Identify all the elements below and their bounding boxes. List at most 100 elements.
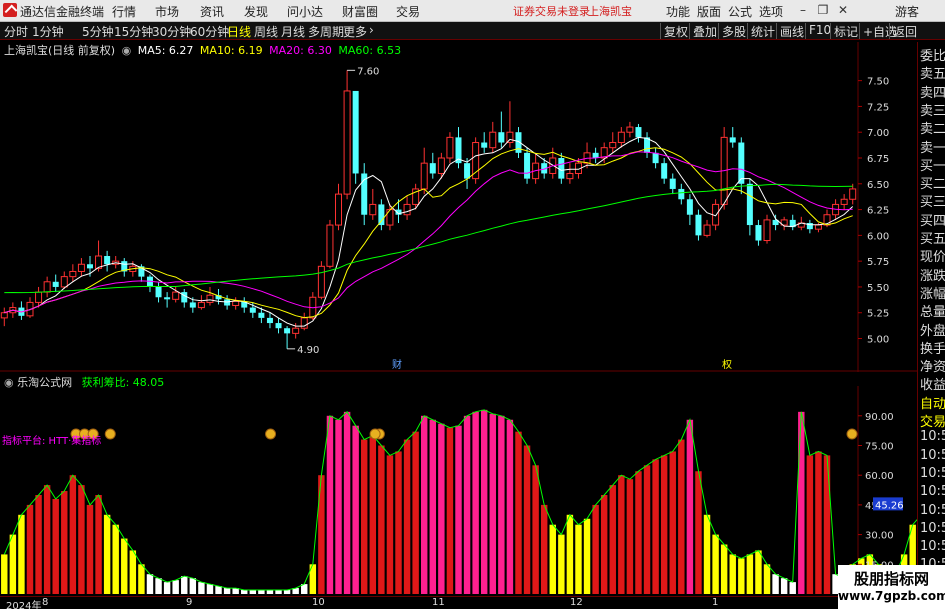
side-panel-item: 10:55 bbox=[920, 539, 945, 555]
price-tick-label: 6.75 bbox=[867, 154, 889, 165]
tab-period-multi[interactable]: 多周期 bbox=[308, 23, 344, 40]
close-icon[interactable]: ✕ bbox=[836, 3, 850, 17]
candle-body-up bbox=[335, 193, 343, 226]
profit-ratio-bar bbox=[146, 574, 154, 594]
sub-tick-label: 90.00 bbox=[865, 412, 894, 423]
candle-body-down bbox=[429, 163, 436, 174]
menu-options[interactable]: 选项 bbox=[759, 3, 783, 20]
profit-ratio-bar bbox=[412, 431, 419, 594]
more-chevron-icon[interactable]: › bbox=[369, 23, 374, 37]
candle-body-up bbox=[172, 291, 180, 300]
candle-body-down bbox=[524, 152, 531, 179]
side-panel-item[interactable]: 交易 bbox=[920, 411, 945, 430]
menu-market[interactable]: 市场 bbox=[155, 3, 179, 20]
profit-ratio-bar bbox=[266, 590, 274, 594]
profit-ratio-bar bbox=[43, 485, 51, 594]
sub-tick-label: 60.00 bbox=[865, 471, 894, 482]
side-panel-item: 10:54 bbox=[920, 447, 945, 463]
financial-report-marker[interactable]: 财 bbox=[392, 358, 402, 371]
candle-body-up bbox=[206, 294, 214, 303]
restore-icon[interactable]: ❐ bbox=[816, 3, 830, 17]
candle-body-down bbox=[258, 312, 265, 318]
side-panel-item: 卖一 bbox=[920, 140, 945, 156]
profit-ratio-bar bbox=[643, 465, 651, 594]
side-panel-item: 换手 bbox=[920, 341, 945, 357]
profit-ratio-bar bbox=[1, 554, 8, 594]
profit-ratio-bar bbox=[369, 435, 377, 594]
candle-body-up bbox=[326, 224, 334, 267]
tool-draw-line[interactable]: 画线 bbox=[776, 23, 807, 39]
candle-body-down bbox=[104, 256, 111, 265]
candle-body-down bbox=[464, 163, 471, 179]
menu-xiaoda[interactable]: 问小达 bbox=[287, 3, 323, 20]
candle-body-up bbox=[626, 126, 634, 133]
tool-statistics[interactable]: 统计 bbox=[747, 23, 778, 39]
tab-period-intraday[interactable]: 分时 bbox=[4, 23, 28, 40]
minimize-icon[interactable]: – bbox=[796, 3, 810, 17]
rights-marker[interactable]: 权 bbox=[722, 358, 732, 371]
profit-ratio-bar bbox=[660, 455, 668, 594]
menu-wealth-circle[interactable]: 财富圈 bbox=[342, 3, 378, 20]
tab-period-30min[interactable]: 30分钟 bbox=[152, 23, 191, 40]
tab-period-more[interactable]: 更多 bbox=[343, 23, 367, 40]
candle-body-up bbox=[35, 291, 43, 303]
tab-period-weekly[interactable]: 周线 bbox=[254, 23, 278, 40]
menu-layout[interactable]: 版面 bbox=[697, 3, 721, 20]
guest-user[interactable]: 游客 bbox=[895, 3, 919, 20]
sub-tick-label: 30.00 bbox=[865, 531, 894, 542]
profit-ratio-bar bbox=[155, 578, 162, 594]
tab-period-1min[interactable]: 1分钟 bbox=[32, 23, 64, 40]
trade-login-warning[interactable]: 证券交易未登录 bbox=[513, 3, 590, 19]
candle-body-down bbox=[164, 297, 171, 300]
menu-quotes[interactable]: 行情 bbox=[112, 3, 136, 20]
menu-formula[interactable]: 公式 bbox=[728, 3, 752, 20]
profit-ratio-bar bbox=[403, 439, 411, 594]
tool-back[interactable]: 返回 bbox=[889, 23, 920, 39]
time-label-sep: 9 bbox=[186, 597, 193, 608]
profit-ratio-bar bbox=[635, 471, 642, 594]
candle-body-up bbox=[437, 157, 445, 174]
profit-ratio-bar bbox=[763, 564, 771, 594]
profit-ratio-bar bbox=[275, 590, 282, 594]
tool-adjust-price[interactable]: 复权 bbox=[660, 23, 691, 39]
profit-ratio-bar bbox=[258, 590, 265, 594]
tab-period-60min[interactable]: 60分钟 bbox=[190, 23, 229, 40]
sub-tick-label: 75.00 bbox=[865, 442, 894, 453]
tab-period-monthly[interactable]: 月线 bbox=[281, 23, 305, 40]
profit-ratio-chart[interactable]: 90.0075.0060.0045.0030.0015.0045.26 bbox=[0, 386, 917, 596]
menu-functions[interactable]: 功能 bbox=[666, 3, 690, 20]
tool-multi-stock[interactable]: 多股 bbox=[718, 23, 749, 39]
time-axis: 2024年 8 9 10 11 12 1 bbox=[0, 596, 838, 609]
profit-ratio-bar bbox=[438, 423, 445, 594]
profit-ratio-bar bbox=[592, 504, 599, 594]
profit-ratio-bar bbox=[86, 504, 94, 594]
profit-ratio-bar bbox=[720, 544, 728, 594]
side-panel-item: 涨跌 bbox=[920, 268, 945, 284]
profit-ratio-bar bbox=[626, 479, 634, 594]
profit-ratio-bar bbox=[703, 514, 711, 594]
tool-overlay[interactable]: 叠加 bbox=[689, 23, 720, 39]
side-panel-item[interactable]: 自动 bbox=[920, 393, 945, 412]
tool-mark[interactable]: 标记 bbox=[830, 23, 861, 39]
candle-body-up bbox=[292, 327, 300, 334]
candle-body-up bbox=[343, 90, 351, 195]
tab-period-daily[interactable]: 日线 bbox=[227, 23, 251, 40]
candle-body-up bbox=[472, 142, 480, 180]
menu-news[interactable]: 资讯 bbox=[200, 3, 224, 20]
profit-ratio-bar bbox=[523, 445, 531, 594]
low-price-label: 4.90 bbox=[297, 345, 319, 356]
profit-ratio-bar bbox=[609, 485, 616, 594]
profit-ratio-bar bbox=[395, 451, 402, 594]
tab-period-5min[interactable]: 5分钟 bbox=[82, 23, 114, 40]
high-price-label: 7.60 bbox=[357, 66, 379, 77]
side-panel-item: 买一 bbox=[920, 158, 945, 174]
price-tick-label: 7.25 bbox=[867, 102, 889, 113]
menu-discover[interactable]: 发现 bbox=[244, 3, 268, 20]
candle-body-down bbox=[695, 214, 702, 236]
profit-ratio-bar bbox=[498, 415, 505, 594]
candle-body-down bbox=[652, 152, 659, 164]
tab-period-15min[interactable]: 15分钟 bbox=[114, 23, 153, 40]
profit-ratio-bar bbox=[600, 495, 608, 594]
menu-trade[interactable]: 交易 bbox=[396, 3, 420, 20]
candlestick-chart[interactable]: 7.50 7.25 7.00 6.75 6.50 6.25 6.00 5.75 5.50 5.25… bbox=[0, 42, 917, 372]
